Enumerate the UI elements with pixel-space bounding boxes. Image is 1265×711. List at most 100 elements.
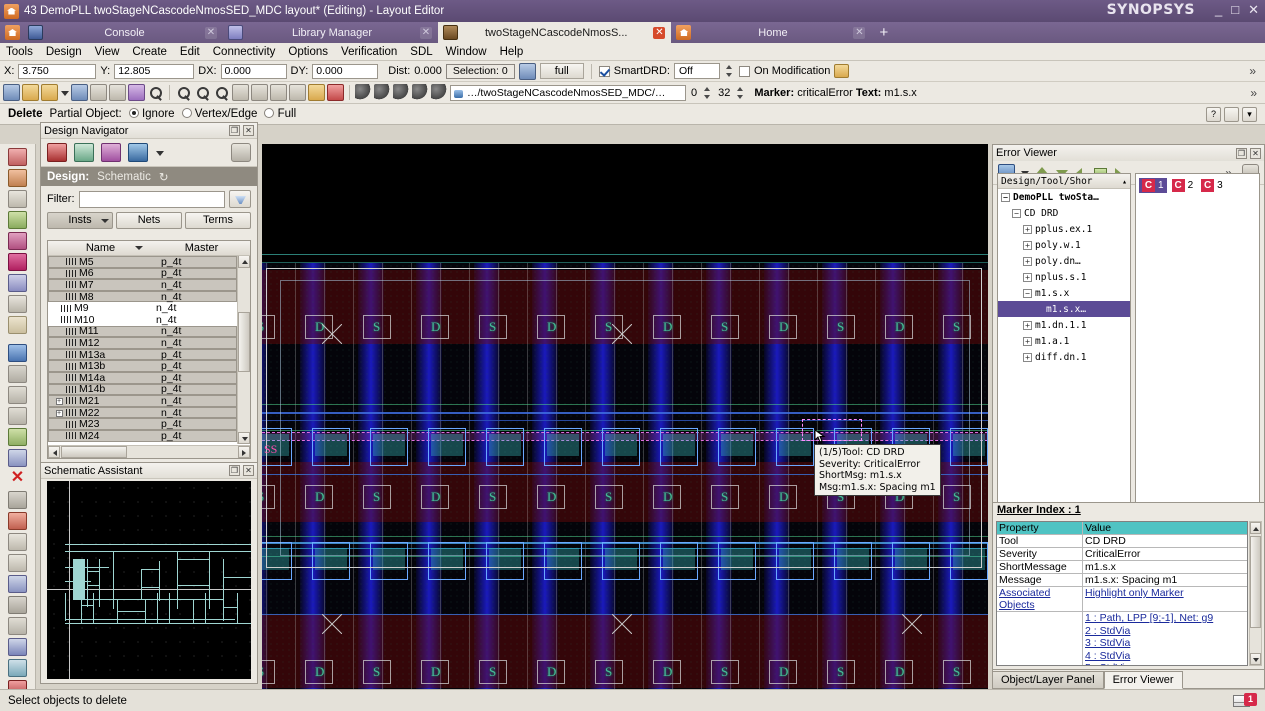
error-tree-node[interactable]: + pplus.ex.1 xyxy=(998,221,1130,237)
zoom-selection-icon[interactable] xyxy=(232,84,249,101)
error-tree-node[interactable]: + poly.dn… xyxy=(998,253,1130,269)
tree-expander-icon[interactable]: − xyxy=(1012,208,1021,218)
scroll-up-icon[interactable] xyxy=(1250,522,1261,534)
redo-icon[interactable] xyxy=(8,365,27,383)
instance-list-vscrollbar[interactable] xyxy=(237,256,250,444)
undock-icon[interactable]: ❐ xyxy=(229,125,240,136)
polygon-icon[interactable] xyxy=(8,211,27,229)
maximize-button[interactable]: □ xyxy=(1231,3,1239,17)
layer-right-spinner-icon[interactable] xyxy=(735,85,746,101)
panel-toggle-icon[interactable] xyxy=(1224,106,1239,122)
rectangle-icon[interactable] xyxy=(8,190,27,208)
radio-vertex-edge[interactable]: Vertex/Edge xyxy=(181,108,257,120)
scroll-down-icon[interactable] xyxy=(1250,653,1261,665)
split-icon[interactable] xyxy=(8,449,27,467)
error-pill[interactable]: C2 xyxy=(1169,178,1197,193)
smartdrd-select[interactable]: Off xyxy=(673,63,720,79)
delete-icon[interactable]: ✕ xyxy=(8,470,27,488)
navigator-chevron-down-icon[interactable] xyxy=(155,144,164,161)
dy-field[interactable]: 0.000 xyxy=(312,63,379,79)
next-view-icon[interactable] xyxy=(308,84,325,101)
menu-window[interactable]: Window xyxy=(446,46,487,58)
associated-object-link[interactable]: 2 : StdVia xyxy=(1083,625,1247,638)
trace-net-icon[interactable] xyxy=(431,84,448,101)
menu-verification[interactable]: Verification xyxy=(341,46,397,58)
scroll-left-icon[interactable] xyxy=(48,446,60,458)
close-button[interactable]: ✕ xyxy=(1248,3,1259,17)
zoom-out-icon[interactable] xyxy=(213,84,230,101)
tab-home-close-icon[interactable]: ✕ xyxy=(853,26,866,39)
open-recent-icon[interactable] xyxy=(41,84,58,101)
tab-layout[interactable]: twoStageNCascodeNmosS... ✕ xyxy=(438,22,672,43)
error-tree-node[interactable]: − CD DRD xyxy=(998,205,1130,221)
layout-canvas[interactable]: SDSDSDSDSDSDSSDSDSDSDSDSDSSDSDSDSDSDSDSS… xyxy=(262,144,988,689)
menu-view[interactable]: View xyxy=(95,46,120,58)
rotate-icon[interactable] xyxy=(8,596,27,614)
array-icon[interactable] xyxy=(8,253,27,271)
design-hierarchy-icon[interactable] xyxy=(47,143,67,162)
menu-create[interactable]: Create xyxy=(132,46,167,58)
tree-expander-icon[interactable]: + xyxy=(1023,320,1032,330)
tab-library-manager[interactable]: Library Manager ✕ xyxy=(223,22,438,43)
menu-connectivity[interactable]: Connectivity xyxy=(213,46,276,58)
error-pill[interactable]: C1 xyxy=(1139,178,1167,193)
marker-property-value[interactable]: Highlight only Marker xyxy=(1083,587,1247,611)
drd-tool-icon[interactable] xyxy=(834,64,850,78)
search-icon[interactable] xyxy=(147,84,164,101)
table-row[interactable]: M9 n_4t xyxy=(48,302,237,314)
via-tool-icon[interactable] xyxy=(8,617,27,635)
hierarchy-icon[interactable] xyxy=(8,659,27,677)
error-tree-node[interactable]: + m1.dn.1.1 xyxy=(998,317,1130,333)
sort-chevron-down-icon[interactable] xyxy=(135,246,143,250)
grid-icon[interactable] xyxy=(128,84,145,101)
tree-expander-icon[interactable]: + xyxy=(1023,240,1032,250)
probe-icon[interactable] xyxy=(393,84,410,101)
measure-tool-icon[interactable] xyxy=(8,491,27,509)
paste-icon[interactable] xyxy=(8,533,27,551)
view-full-button[interactable]: full xyxy=(539,63,584,79)
x-field[interactable]: 3.750 xyxy=(18,63,97,79)
filter-input[interactable] xyxy=(78,190,225,208)
filter-apply-icon[interactable] xyxy=(229,190,251,208)
associated-object-link[interactable]: 1 : Path, LPP [9;-1], Net: g9 xyxy=(1083,612,1247,625)
tab-layout-close-icon[interactable]: ✕ xyxy=(653,26,666,39)
radio-full[interactable]: Full xyxy=(264,108,296,120)
undock-icon[interactable]: ❐ xyxy=(1236,147,1247,159)
error-tree-node[interactable]: − m1.s.x xyxy=(998,285,1130,301)
layer-left-spinner-icon[interactable] xyxy=(702,85,713,101)
smartdrd-checkbox[interactable] xyxy=(598,65,610,77)
scroll-down-icon[interactable] xyxy=(238,432,250,444)
scroll-thumb[interactable] xyxy=(238,312,250,372)
menu-options[interactable]: Options xyxy=(288,46,328,58)
associated-object-link[interactable]: 4 : StdVia xyxy=(1083,650,1247,663)
associated-object-link[interactable]: 5 : StdVia xyxy=(1083,662,1247,665)
open-cell-icon[interactable] xyxy=(3,84,20,101)
coordbar-overflow-icon[interactable]: » xyxy=(1249,64,1261,78)
instance-rows[interactable]: M5 p_4t M6 p_4t M7 n_4t M8 n_4t M9 n_4t M10 n_4t M11… xyxy=(48,256,237,444)
error-tree-node[interactable]: + diff.dn.1 xyxy=(998,349,1130,365)
dropdown-icon[interactable]: ▾ xyxy=(1242,106,1257,122)
prev-view-icon[interactable] xyxy=(289,84,306,101)
error-tree-node[interactable]: m1.s.x… xyxy=(998,301,1130,317)
design-browser-icon[interactable] xyxy=(8,680,27,689)
scroll-up-icon[interactable] xyxy=(238,256,250,268)
smartdrd-spinner-icon[interactable] xyxy=(724,63,735,79)
tab-console[interactable]: Console ✕ xyxy=(23,22,223,43)
tree-expander-icon[interactable]: + xyxy=(1023,352,1032,362)
tab-error-viewer[interactable]: Error Viewer xyxy=(1103,671,1183,689)
undock-icon[interactable]: ❐ xyxy=(229,465,240,476)
tree-expander-icon[interactable]: − xyxy=(1001,192,1010,202)
print-icon[interactable] xyxy=(90,84,107,101)
pan-icon[interactable] xyxy=(270,84,287,101)
menu-sdl[interactable]: SDL xyxy=(410,46,432,58)
error-pills[interactable]: C1C2C3 xyxy=(1136,174,1259,197)
tree-expander-icon[interactable]: + xyxy=(1023,336,1032,346)
tab-insts[interactable]: Insts xyxy=(47,212,113,229)
layer-number-left[interactable]: 0 xyxy=(688,84,701,101)
marker-property-key[interactable]: Associated Objects xyxy=(997,587,1083,611)
close-panel-icon[interactable]: ✕ xyxy=(243,465,254,476)
table-row[interactable]: M8 n_4t xyxy=(48,291,237,303)
tree-expander-icon[interactable]: + xyxy=(1023,256,1032,266)
tree-expander-icon[interactable]: + xyxy=(1023,224,1032,234)
connectivity-icon[interactable] xyxy=(101,143,121,162)
